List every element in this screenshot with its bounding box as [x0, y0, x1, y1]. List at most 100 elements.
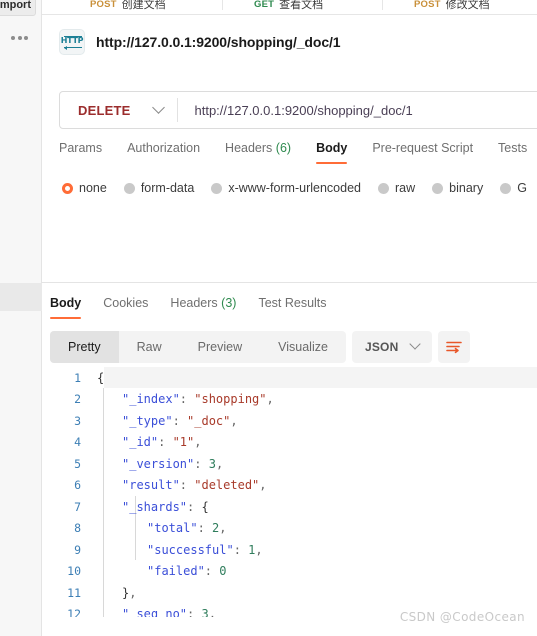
tab-params[interactable]: Params: [59, 141, 102, 164]
request-tab-2[interactable]: POST 修改文档: [414, 0, 490, 14]
radio-urlencoded-icon: [211, 182, 223, 194]
code-line: 2 "_index": "shopping",: [50, 389, 537, 411]
tab-pre-request-script[interactable]: Pre-request Script: [372, 141, 473, 164]
code-line-number: 10: [67, 564, 81, 579]
code-line-content: "_index": "shopping",: [122, 392, 274, 407]
tab-headers-count: (6): [275, 141, 292, 155]
view-mode-preview[interactable]: Preview: [180, 331, 260, 363]
request-tab-1[interactable]: GET 查看文档: [254, 0, 323, 14]
request-tab-0[interactable]: POST 创建文档: [90, 0, 166, 14]
view-mode-raw[interactable]: Raw: [119, 331, 180, 363]
tab-headers-label: Headers: [225, 141, 273, 155]
radio-raw[interactable]: raw: [378, 181, 415, 195]
tab-separator: [382, 0, 383, 10]
tab-headers[interactable]: Headers (6): [225, 141, 291, 164]
request-tab-2-label: 修改文档: [445, 0, 490, 11]
code-line-number: 3: [74, 413, 81, 428]
request-tab-0-label: 创建文档: [121, 0, 166, 11]
sidebar-selected-item[interactable]: [0, 283, 42, 311]
radio-graphql-label: G: [517, 181, 527, 195]
code-line-number: 2: [74, 392, 81, 407]
response-tab-cookies-label: Cookies: [103, 296, 149, 310]
response-tab-headers[interactable]: Headers (3): [170, 296, 236, 319]
radio-binary[interactable]: binary: [432, 181, 483, 195]
code-line-number: 1: [74, 370, 81, 385]
code-line: 9 "successful": 1,: [50, 539, 537, 561]
code-line-number: 12: [67, 607, 81, 617]
import-button[interactable]: Import: [0, 0, 36, 16]
code-line-content: "_seq_no": 3,: [122, 607, 216, 617]
code-line-number: 4: [74, 435, 81, 450]
code-line: 11},: [50, 582, 537, 604]
chevron-down-icon: [409, 338, 422, 350]
radio-form-data[interactable]: form-data: [123, 181, 194, 195]
radio-raw-icon: [378, 182, 389, 194]
code-line-content: "result": "deleted",: [122, 478, 267, 493]
request-tab-2-method: POST: [414, 0, 441, 10]
radio-graphql[interactable]: G: [500, 181, 527, 195]
left-sidebar: Import: [0, 0, 42, 636]
code-line-number: 5: [74, 456, 81, 471]
view-mode-visualize[interactable]: Visualize: [260, 331, 346, 363]
code-line-content: {: [97, 370, 105, 385]
code-line-content: "_type": "_doc",: [122, 413, 238, 428]
method-label: DELETE: [78, 102, 131, 118]
tab-body[interactable]: Body: [316, 141, 348, 164]
code-line-content: "failed": 0: [147, 564, 227, 579]
format-selector[interactable]: JSON: [351, 331, 433, 363]
code-line: 1{: [50, 367, 537, 389]
format-label: JSON: [364, 340, 399, 354]
wrap-text-button[interactable]: [438, 331, 471, 363]
request-tab-1-label: 查看文档: [279, 0, 324, 11]
code-line-content: "_id": "1",: [122, 435, 202, 450]
view-mode-group: Pretty Raw Preview Visualize: [50, 331, 346, 363]
method-selector[interactable]: DELETE: [60, 92, 177, 128]
radio-urlencoded-label: x-www-form-urlencoded: [228, 181, 361, 195]
tab-tests[interactable]: Tests: [498, 141, 527, 164]
response-tab-headers-label: Headers: [170, 296, 218, 310]
watermark: CSDN @CodeOcean: [399, 610, 525, 624]
ellipsis-icon[interactable]: [11, 36, 28, 40]
main-pane: HTTP http://127.0.0.1:9200/shopping/_doc…: [42, 15, 537, 636]
code-line-number: 11: [67, 585, 81, 600]
view-mode-pretty[interactable]: Pretty: [50, 331, 119, 363]
code-line-number: 9: [74, 542, 81, 557]
response-tab-body[interactable]: Body: [50, 296, 82, 319]
code-line-content: },: [122, 585, 137, 600]
tab-authorization[interactable]: Authorization: [127, 141, 200, 164]
radio-binary-label: binary: [449, 181, 484, 195]
code-line: 3 "_type": "_doc",: [50, 410, 537, 432]
tab-body-label: Body: [316, 141, 348, 155]
pane-divider: [42, 282, 537, 283]
radio-urlencoded[interactable]: x-www-form-urlencoded: [211, 181, 361, 195]
response-tab-cookies[interactable]: Cookies: [103, 296, 148, 319]
code-line: 8 "total": 2,: [50, 518, 537, 540]
radio-raw-label: raw: [395, 181, 416, 195]
radio-binary-icon: [432, 182, 444, 194]
postman-window: Import POST 创建文档 GET 查看文档 POST 修改文档 HTTP: [0, 0, 537, 636]
code-line: 5 "_version": 3,: [50, 453, 537, 475]
response-tab-test-results[interactable]: Test Results: [258, 296, 326, 319]
request-tabs: Params Authorization Headers (6) Body Pr…: [59, 141, 527, 164]
body-type-radio-group: none form-data x-www-form-urlencoded raw…: [62, 181, 527, 195]
page-title: http://127.0.0.1:9200/shopping/_doc/1: [96, 34, 341, 50]
radio-none-label: none: [79, 181, 107, 195]
url-bar: DELETE: [59, 91, 537, 129]
request-title-row: HTTP http://127.0.0.1:9200/shopping/_doc…: [59, 29, 341, 55]
radio-none[interactable]: none: [62, 181, 107, 195]
wrap-text-icon: [446, 341, 463, 354]
response-tab-body-label: Body: [50, 296, 82, 310]
code-line-content: "_shards": {: [122, 499, 209, 514]
tab-tests-label: Tests: [498, 141, 528, 155]
code-line-content: "total": 2,: [147, 521, 227, 536]
tab-pre-request-script-label: Pre-request Script: [372, 141, 474, 155]
response-body-code[interactable]: 1{2 "_index": "shopping", 3 "_type": "_doc"…: [50, 367, 537, 617]
code-line-number: 7: [74, 499, 81, 514]
url-input[interactable]: [178, 101, 537, 119]
tab-params-label: Params: [59, 141, 103, 155]
code-line-number: 8: [74, 521, 81, 536]
request-tab-strip: POST 创建文档 GET 查看文档 POST 修改文档: [42, 0, 537, 15]
radio-none-icon: [62, 182, 73, 194]
response-tab-headers-count: (3): [221, 296, 237, 310]
request-tab-0-method: POST: [90, 0, 117, 10]
